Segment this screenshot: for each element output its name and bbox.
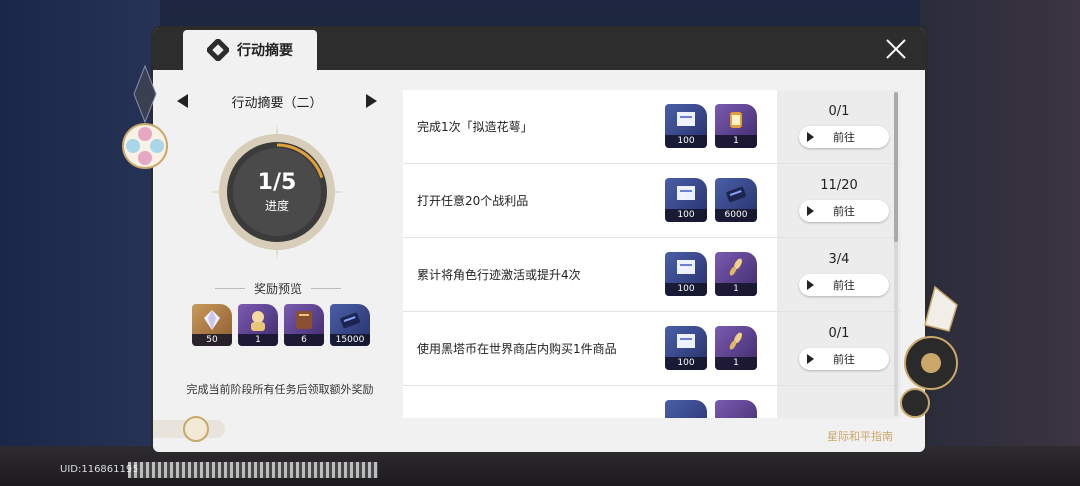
character-icon — [251, 311, 265, 331]
reward-feather[interactable]: 1 — [715, 326, 757, 370]
go-button[interactable]: 前往 — [799, 126, 889, 148]
preview-reward-crystal[interactable]: 50 — [192, 304, 232, 346]
reward-qty: 1 — [715, 283, 757, 296]
task-rewards: 100 6000 — [665, 178, 757, 222]
credit-icon — [340, 312, 360, 329]
ticket-icon — [677, 186, 695, 200]
ticket-icon — [677, 260, 695, 274]
progress-label: 进度 — [264, 199, 289, 213]
next-stage-icon[interactable] — [365, 94, 377, 108]
reward-qty: 6 — [284, 334, 324, 346]
progress-count: 1/5 — [257, 170, 297, 195]
go-button-label: 前往 — [833, 131, 855, 144]
reward-qty: 100 — [665, 283, 707, 296]
preview-reward-credit[interactable]: 15000 — [330, 304, 370, 346]
tab-action-summary[interactable]: 行动摘要 — [183, 30, 317, 70]
ornament-flower-icon — [900, 285, 958, 418]
task-progress: 11/20 — [820, 178, 858, 193]
reward-qty: 15000 — [330, 334, 370, 346]
go-button-label: 前往 — [833, 353, 855, 366]
stage-title: 行动摘要（二） — [231, 95, 323, 111]
reward-feather[interactable]: 1 — [715, 252, 757, 296]
scroll-thumb[interactable] — [894, 92, 898, 242]
go-arrow-icon — [807, 280, 814, 290]
task-list: 完成1次「拟造花萼」 100 1 0/1 前往 打开任意20个战利品 100 6… — [403, 90, 901, 418]
task-progress: 3/4 — [828, 252, 850, 267]
reward-credit[interactable]: 6000 — [715, 178, 757, 222]
task-row: 打开任意20个战利品 100 6000 11/20 前往 — [403, 164, 901, 238]
reward-ticket[interactable] — [665, 400, 707, 418]
reward-qty: 1 — [715, 135, 757, 148]
reward-ticket[interactable]: 100 — [665, 252, 707, 296]
task-rewards — [665, 400, 757, 418]
reward-qty: 50 — [192, 334, 232, 346]
reward-qty: 1 — [238, 334, 278, 346]
rewards-preview-title: 奖励预览 — [193, 280, 363, 297]
stage-panel: 行动摘要（二） 1/5 进度 奖励预览 50 1 6 15000 完成当前阶段所… — [153, 70, 403, 452]
action-summary-window: 行动摘要 行动摘要（二） 1/5 进度 奖励预览 50 1 6 15000 完成… — [153, 28, 925, 452]
go-button-label: 前往 — [833, 205, 855, 218]
task-rewards: 100 1 — [665, 252, 757, 296]
reward-lantern[interactable]: 1 — [715, 104, 757, 148]
guide-label: 星际和平指南 — [827, 430, 893, 443]
reward-qty: 6000 — [715, 209, 757, 222]
uid-label: UID:116861195 — [60, 464, 139, 475]
extra-reward-note: 完成当前阶段所有任务后领取额外奖励 — [186, 383, 374, 396]
task-progress: 0/1 — [828, 104, 850, 119]
badge-coin-icon — [183, 416, 209, 442]
task-text: 完成1次「拟造花萼」 — [417, 120, 533, 134]
credit-icon — [726, 186, 746, 203]
task-rewards: 100 1 — [665, 326, 757, 370]
reward-book[interactable] — [715, 400, 757, 418]
task-rewards: 100 1 — [665, 104, 757, 148]
ticket-icon — [677, 112, 695, 126]
go-arrow-icon — [807, 206, 814, 216]
progress-readout: 1/5 进度 — [207, 122, 347, 262]
lantern-icon — [730, 112, 742, 128]
feather-icon — [729, 258, 742, 276]
reward-qty: 100 — [665, 357, 707, 370]
uid-redaction — [128, 462, 378, 478]
crystal-icon — [204, 310, 220, 330]
close-icon[interactable] — [883, 36, 909, 62]
preview-reward-book[interactable]: 6 — [284, 304, 324, 346]
go-arrow-icon — [807, 132, 814, 142]
task-text: 打开任意20个战利品 — [417, 194, 529, 208]
feather-icon — [729, 332, 742, 350]
task-row: 完成1次「拟造花萼」 100 1 0/1 前往 — [403, 90, 901, 164]
go-button[interactable]: 前往 — [799, 274, 889, 296]
go-button-label: 前往 — [833, 279, 855, 292]
ticket-icon — [677, 334, 695, 348]
rewards-preview-list: 50 1 6 15000 — [192, 304, 370, 346]
previous-stage-icon[interactable] — [177, 94, 188, 108]
go-arrow-icon — [807, 354, 814, 364]
progress-ring: 1/5 进度 — [207, 122, 347, 262]
reward-ticket[interactable]: 100 — [665, 178, 707, 222]
task-text: 累计将角色行迹激活或提升4次 — [417, 268, 581, 282]
tab-label: 行动摘要 — [237, 43, 293, 59]
go-button[interactable]: 前往 — [799, 348, 889, 370]
reward-ticket[interactable]: 100 — [665, 104, 707, 148]
preview-reward-character[interactable]: 1 — [238, 304, 278, 346]
title-bar: 行动摘要 — [153, 28, 925, 70]
stage-navigator: 行动摘要（二） — [177, 90, 377, 112]
go-button[interactable]: 前往 — [799, 200, 889, 222]
book-icon — [296, 311, 312, 329]
task-progress: 0/1 — [828, 326, 850, 341]
action-summary-icon — [207, 39, 229, 61]
task-row-partial — [403, 386, 901, 418]
reward-qty: 100 — [665, 209, 707, 222]
reward-qty: 1 — [715, 357, 757, 370]
ornament-emblem-icon — [122, 64, 168, 169]
reward-ticket[interactable]: 100 — [665, 326, 707, 370]
task-text: 使用黑塔币在世界商店内购买1件商品 — [417, 342, 617, 356]
reward-qty: 100 — [665, 135, 707, 148]
task-row: 使用黑塔币在世界商店内购买1件商品 100 1 0/1 前往 — [403, 312, 901, 386]
task-row: 累计将角色行迹激活或提升4次 100 1 3/4 前往 — [403, 238, 901, 312]
